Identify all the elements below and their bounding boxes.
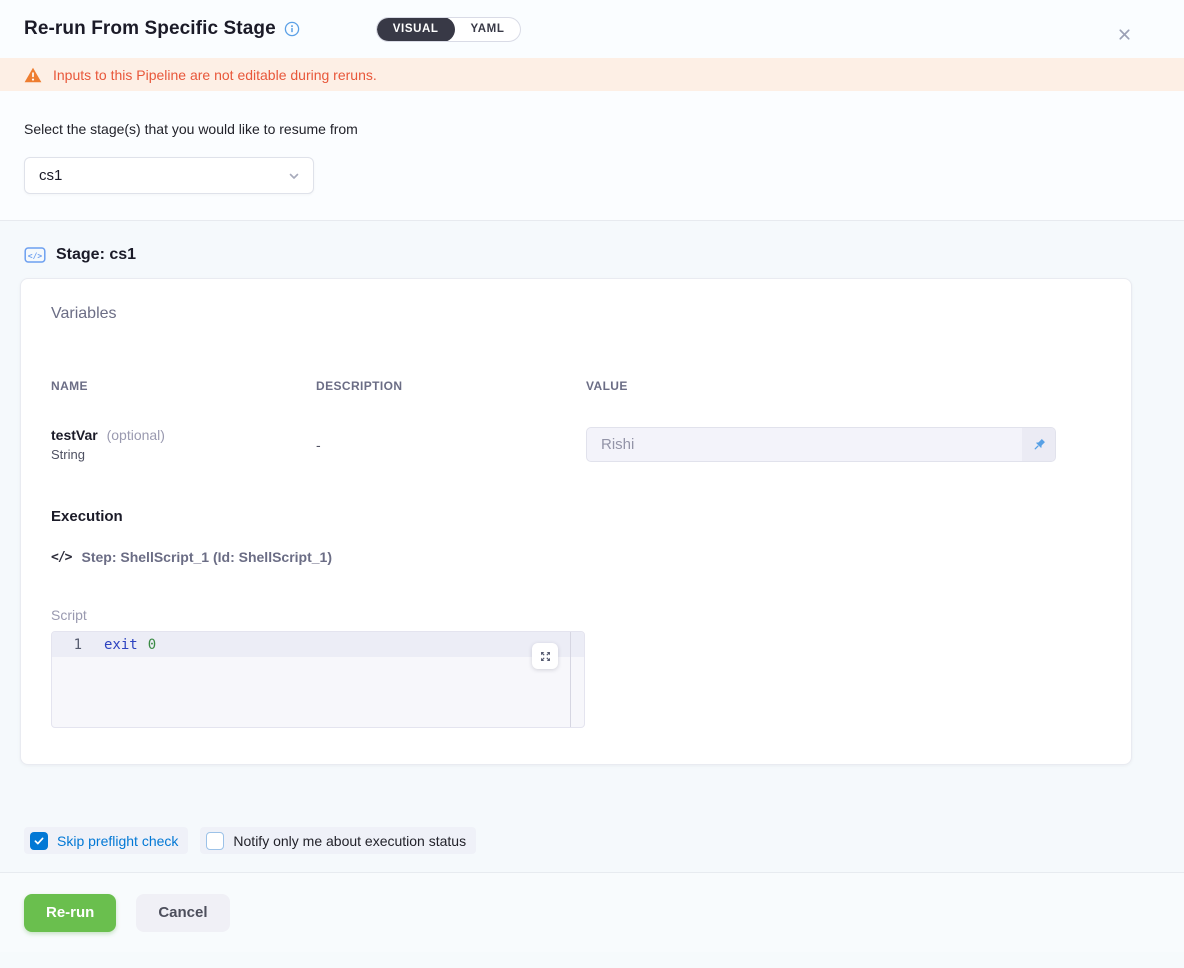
cancel-button[interactable]: Cancel	[136, 894, 229, 932]
column-header-description: DESCRIPTION	[316, 379, 586, 393]
step-label: Step: ShellScript_1 (Id: ShellScript_1)	[81, 549, 332, 565]
chevron-down-icon	[287, 169, 301, 183]
script-label: Script	[51, 607, 1101, 623]
step-row: </> Step: ShellScript_1 (Id: ShellScript…	[51, 549, 1101, 565]
page-title: Re-run From Specific Stage	[24, 18, 276, 40]
run-options-row: Skip preflight check Notify only me abou…	[24, 827, 1160, 854]
code-keyword: exit	[104, 637, 138, 653]
skip-preflight-option[interactable]: Skip preflight check	[24, 827, 188, 854]
stage-select-section: Select the stage(s) that you would like …	[0, 91, 1184, 221]
visual-yaml-toggle: VISUAL YAML	[376, 17, 522, 42]
line-number: 1	[52, 637, 104, 653]
tab-yaml[interactable]: YAML	[455, 17, 521, 42]
editor-scrollbar[interactable]	[570, 632, 584, 727]
variable-name: testVar	[51, 427, 98, 443]
stage-icon: </>	[24, 245, 46, 265]
column-header-name: NAME	[51, 379, 316, 393]
stage-header-row: </> Stage: cs1	[0, 221, 1184, 278]
variable-description: -	[316, 437, 586, 453]
stage-heading: Stage: cs1	[56, 246, 136, 264]
stage-select-dropdown[interactable]: cs1	[24, 157, 314, 194]
stage-select-label: Select the stage(s) that you would like …	[24, 121, 1160, 137]
info-icon[interactable]	[284, 21, 300, 37]
notify-only-me-label: Notify only me about execution status	[233, 833, 466, 849]
variable-value-field	[586, 427, 1056, 462]
notify-only-me-option[interactable]: Notify only me about execution status	[200, 827, 476, 854]
skip-preflight-label: Skip preflight check	[57, 833, 178, 849]
variables-table: NAME DESCRIPTION VALUE testVar (optional…	[51, 379, 1101, 462]
script-code-editor[interactable]: 1 exit 0	[51, 631, 585, 728]
stage-inputs-card: Variables NAME DESCRIPTION VALUE testVar…	[20, 278, 1132, 765]
code-number: 0	[148, 637, 156, 653]
variable-value-input[interactable]	[587, 428, 1022, 461]
variables-title: Variables	[51, 305, 1101, 323]
svg-text:</>: </>	[28, 251, 43, 260]
expand-icon[interactable]	[532, 643, 558, 669]
warning-message: Inputs to this Pipeline are not editable…	[53, 67, 377, 83]
variable-name-cell: testVar (optional) String	[51, 427, 316, 462]
warning-triangle-icon	[24, 67, 42, 83]
close-icon[interactable]	[1114, 24, 1134, 44]
warning-banner: Inputs to this Pipeline are not editable…	[0, 58, 1184, 91]
execution-title: Execution	[51, 508, 1101, 525]
notify-only-me-checkbox[interactable]	[206, 832, 224, 850]
tab-visual[interactable]: VISUAL	[377, 17, 455, 42]
variable-type: String	[51, 447, 316, 462]
code-step-icon: </>	[51, 550, 71, 565]
variables-table-header: NAME DESCRIPTION VALUE	[51, 379, 1101, 393]
pin-icon[interactable]	[1022, 428, 1055, 461]
dialog-footer: Re-run Cancel	[0, 872, 1184, 952]
skip-preflight-checkbox[interactable]	[30, 832, 48, 850]
code-line: 1 exit 0	[52, 632, 584, 657]
stage-select-value: cs1	[39, 167, 287, 184]
column-header-value: VALUE	[586, 379, 1101, 393]
main-content: </> Stage: cs1 Variables NAME DESCRIPTIO…	[0, 221, 1184, 952]
variable-optional-tag: (optional)	[107, 427, 165, 443]
table-row: testVar (optional) String -	[51, 427, 1101, 462]
rerun-button[interactable]: Re-run	[24, 894, 116, 932]
dialog-header: Re-run From Specific Stage VISUAL YAML	[0, 0, 1184, 58]
